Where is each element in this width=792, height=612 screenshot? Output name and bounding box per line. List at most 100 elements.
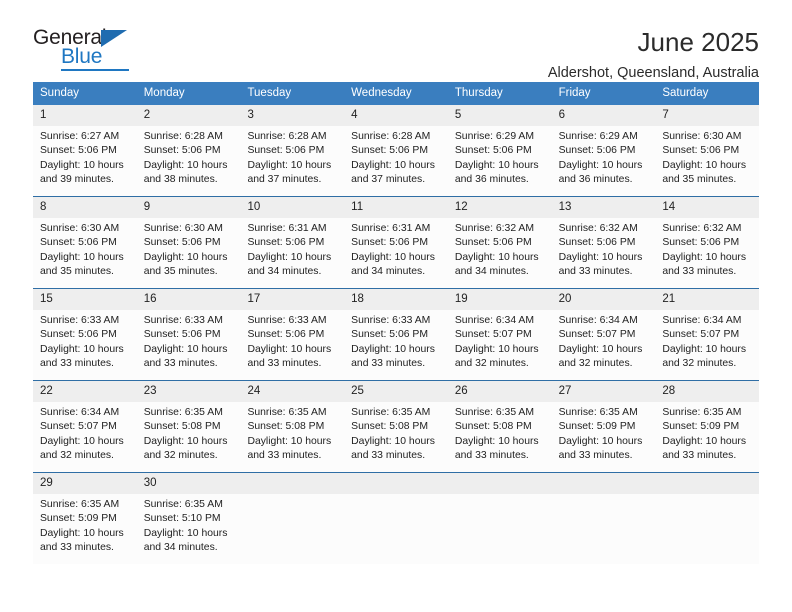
day-number[interactable]: 2: [137, 105, 241, 126]
daylight-text-line2: and 32 minutes.: [454, 357, 529, 369]
sunrise-text: Sunrise: 6:33 AM: [143, 315, 223, 326]
day-number[interactable]: 18: [344, 289, 448, 310]
day-cell[interactable]: Sunrise: 6:29 AM Sunset: 5:06 PM Daylight:…: [552, 126, 656, 196]
day-number[interactable]: 28: [655, 381, 759, 402]
day-cell[interactable]: Sunrise: 6:28 AM Sunset: 5:06 PM Daylight:…: [240, 126, 344, 196]
day-cell[interactable]: Sunrise: 6:32 AM Sunset: 5:06 PM Daylight:…: [655, 218, 759, 288]
day-number[interactable]: 3: [240, 105, 344, 126]
day-cell[interactable]: Sunrise: 6:35 AM Sunset: 5:08 PM Daylight:…: [240, 402, 344, 472]
day-number[interactable]: 7: [655, 105, 759, 126]
weekday-header-saturday: Saturday: [662, 87, 709, 99]
day-cell[interactable]: Sunrise: 6:35 AM Sunset: 5:08 PM Daylight:…: [137, 402, 241, 472]
daylight-text-line2: and 32 minutes.: [662, 357, 737, 369]
week-date-band: 8 9 10 11 12 13 14: [33, 197, 759, 218]
day-number[interactable]: 25: [344, 381, 448, 402]
general-blue-logo: General Blue: [33, 26, 153, 74]
day-cell[interactable]: Sunrise: 6:35 AM Sunset: 5:10 PM Daylight:…: [137, 494, 241, 564]
day-cell[interactable]: Sunrise: 6:35 AM Sunset: 5:09 PM Daylight:…: [33, 494, 137, 564]
calendar-week-row: 29 30 Sunrise: 6:35 AM Sunset: 5:09 PM Dayli…: [33, 472, 759, 564]
sunset-text: Sunset: 5:06 PM: [351, 329, 428, 341]
day-number[interactable]: 15: [33, 289, 137, 310]
daylight-text-line1: Daylight: 10 hours: [454, 159, 539, 171]
week-info-band: Sunrise: 6:33 AM Sunset: 5:06 PM Daylight:…: [33, 310, 759, 380]
daylight-text-line2: and 32 minutes.: [143, 449, 218, 461]
day-number[interactable]: 14: [655, 197, 759, 218]
day-number[interactable]: 23: [137, 381, 241, 402]
day-cell[interactable]: Sunrise: 6:35 AM Sunset: 5:08 PM Daylight:…: [448, 402, 552, 472]
day-number[interactable]: 9: [137, 197, 241, 218]
day-number[interactable]: 11: [344, 197, 448, 218]
day-cell[interactable]: Sunrise: 6:33 AM Sunset: 5:06 PM Daylight:…: [33, 310, 137, 380]
day-cell[interactable]: Sunrise: 6:32 AM Sunset: 5:06 PM Daylight:…: [552, 218, 656, 288]
day-number[interactable]: 20: [552, 289, 656, 310]
day-cell[interactable]: Sunrise: 6:32 AM Sunset: 5:06 PM Daylight:…: [448, 218, 552, 288]
daylight-text-line1: Daylight: 10 hours: [247, 251, 332, 263]
day-number[interactable]: 5: [448, 105, 552, 126]
sunrise-text: Sunrise: 6:30 AM: [40, 223, 120, 234]
sunset-text: Sunset: 5:08 PM: [247, 421, 325, 433]
sunset-text: Sunset: 5:07 PM: [40, 421, 117, 433]
day-number[interactable]: 24: [240, 381, 344, 402]
day-cell[interactable]: Sunrise: 6:30 AM Sunset: 5:06 PM Daylight:…: [655, 126, 759, 196]
day-number[interactable]: 12: [448, 197, 552, 218]
day-number[interactable]: 17: [240, 289, 344, 310]
daylight-text-line2: and 33 minutes.: [351, 357, 426, 369]
daylight-text-line1: Daylight: 10 hours: [558, 343, 643, 355]
page-header: General Blue June 2025 Aldershot, Queens…: [33, 0, 759, 81]
sunrise-text: Sunrise: 6:34 AM: [40, 407, 120, 418]
day-cell[interactable]: Sunrise: 6:29 AM Sunset: 5:06 PM Daylight:…: [448, 126, 552, 196]
daylight-text-line1: Daylight: 10 hours: [143, 435, 228, 447]
day-number[interactable]: 30: [137, 473, 241, 494]
weekday-header-monday: Monday: [143, 87, 185, 99]
day-cell[interactable]: Sunrise: 6:30 AM Sunset: 5:06 PM Daylight:…: [137, 218, 241, 288]
day-number[interactable]: 21: [655, 289, 759, 310]
daylight-text-line1: Daylight: 10 hours: [662, 435, 747, 447]
daylight-text-line1: Daylight: 10 hours: [40, 527, 124, 539]
day-cell[interactable]: Sunrise: 6:35 AM Sunset: 5:09 PM Daylight:…: [552, 402, 656, 472]
sunset-text: Sunset: 5:07 PM: [662, 329, 740, 341]
day-number[interactable]: 19: [448, 289, 552, 310]
day-cell[interactable]: Sunrise: 6:28 AM Sunset: 5:06 PM Daylight:…: [137, 126, 241, 196]
day-cell[interactable]: Sunrise: 6:34 AM Sunset: 5:07 PM Daylight:…: [33, 402, 137, 472]
daylight-text-line2: and 33 minutes.: [558, 449, 633, 461]
sunset-text: Sunset: 5:07 PM: [454, 329, 532, 341]
daylight-text-line2: and 34 minutes.: [143, 541, 218, 553]
day-number[interactable]: 26: [448, 381, 552, 402]
day-number[interactable]: 22: [33, 381, 137, 402]
day-number[interactable]: 27: [552, 381, 656, 402]
day-number[interactable]: 13: [552, 197, 656, 218]
day-number[interactable]: 8: [33, 197, 137, 218]
sunrise-text: Sunrise: 6:31 AM: [247, 223, 327, 234]
day-cell[interactable]: Sunrise: 6:33 AM Sunset: 5:06 PM Daylight:…: [344, 310, 448, 380]
daylight-text-line1: Daylight: 10 hours: [143, 527, 228, 539]
day-cell[interactable]: Sunrise: 6:31 AM Sunset: 5:06 PM Daylight:…: [240, 218, 344, 288]
day-cell[interactable]: Sunrise: 6:35 AM Sunset: 5:09 PM Daylight:…: [655, 402, 759, 472]
day-cell[interactable]: Sunrise: 6:33 AM Sunset: 5:06 PM Daylight:…: [137, 310, 241, 380]
daylight-text-line1: Daylight: 10 hours: [662, 251, 747, 263]
daylight-text-line2: and 36 minutes.: [454, 173, 529, 185]
day-number[interactable]: 29: [33, 473, 137, 494]
weekday-header-thursday: Thursday: [454, 87, 503, 99]
day-cell[interactable]: Sunrise: 6:33 AM Sunset: 5:06 PM Daylight:…: [240, 310, 344, 380]
day-cell[interactable]: Sunrise: 6:30 AM Sunset: 5:06 PM Daylight:…: [33, 218, 137, 288]
day-cell[interactable]: Sunrise: 6:34 AM Sunset: 5:07 PM Daylight:…: [655, 310, 759, 380]
day-number[interactable]: 16: [137, 289, 241, 310]
day-cell[interactable]: Sunrise: 6:31 AM Sunset: 5:06 PM Daylight:…: [344, 218, 448, 288]
day-cell[interactable]: Sunrise: 6:34 AM Sunset: 5:07 PM Daylight:…: [552, 310, 656, 380]
day-cell[interactable]: Sunrise: 6:27 AM Sunset: 5:06 PM Daylight:…: [33, 126, 137, 196]
day-cell[interactable]: Sunrise: 6:34 AM Sunset: 5:07 PM Daylight:…: [448, 310, 552, 380]
weekday-header-sunday: Sunday: [40, 87, 80, 99]
day-cell[interactable]: Sunrise: 6:28 AM Sunset: 5:06 PM Daylight:…: [344, 126, 448, 196]
calendar-weeks: 1 2 3 4 5 6 7 Sunrise: 6:27 AM Sunset: 5:06 PM Da…: [33, 105, 759, 564]
day-number[interactable]: 4: [344, 105, 448, 126]
day-number[interactable]: 1: [33, 105, 137, 126]
day-number[interactable]: 10: [240, 197, 344, 218]
daylight-text-line2: and 36 minutes.: [558, 173, 633, 185]
sunset-text: Sunset: 5:09 PM: [662, 421, 740, 433]
week-info-band: Sunrise: 6:30 AM Sunset: 5:06 PM Daylight:…: [33, 218, 759, 288]
sunset-text: Sunset: 5:06 PM: [662, 237, 740, 249]
day-number[interactable]: 6: [552, 105, 656, 126]
day-cell[interactable]: Sunrise: 6:35 AM Sunset: 5:08 PM Daylight:…: [344, 402, 448, 472]
sunrise-text: Sunrise: 6:35 AM: [662, 407, 742, 418]
calendar-week-row: 8 9 10 11 12 13 14 Sunrise: 6:30 AM Sunset: 5:06…: [33, 196, 759, 288]
